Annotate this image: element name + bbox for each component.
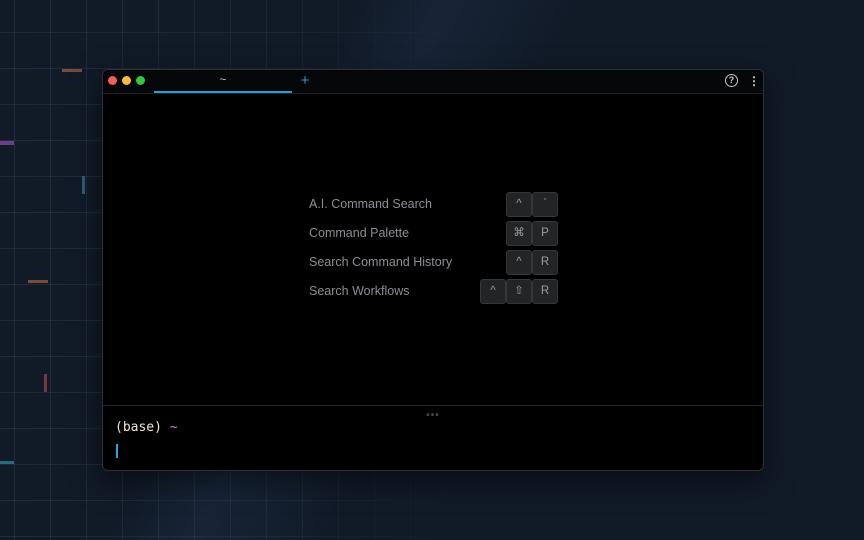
help-icon[interactable]: ? bbox=[725, 74, 738, 87]
title-bar: ~ + ? ⋮ bbox=[103, 70, 763, 94]
tab-title: ~ bbox=[219, 75, 227, 87]
key-cap: ^ bbox=[480, 279, 506, 304]
more-options-icon[interactable]: ⋮ bbox=[748, 74, 760, 88]
key-cap: ` bbox=[532, 192, 558, 217]
active-tab-indicator bbox=[154, 91, 292, 93]
key-cap: ^ bbox=[506, 250, 532, 275]
background-accent bbox=[0, 141, 14, 145]
shortcut-label: Search Command History bbox=[309, 255, 453, 269]
background-accent bbox=[44, 374, 47, 392]
key-cap: ⇧ bbox=[506, 279, 532, 304]
tab-home[interactable]: ~ bbox=[154, 70, 292, 93]
pane-divider bbox=[103, 405, 763, 406]
resize-handle[interactable]: ••• bbox=[423, 411, 443, 421]
key-cap: R bbox=[532, 279, 558, 304]
background-accent bbox=[62, 69, 82, 72]
shortcut-label: A.I. Command Search bbox=[309, 197, 432, 211]
close-window-button[interactable] bbox=[108, 76, 117, 85]
terminal-window: ~ + ? ⋮ A.I. Command Search ^ ` Command … bbox=[102, 69, 764, 471]
shell-prompt: (base) ~ bbox=[115, 420, 178, 435]
key-cap: ⌘ bbox=[506, 221, 532, 246]
shortcut-row-command-palette[interactable]: Command Palette ⌘ P bbox=[309, 221, 559, 246]
background-accent bbox=[28, 280, 48, 283]
background-accent bbox=[0, 461, 14, 464]
shortcut-row-search-workflows[interactable]: Search Workflows ^ ⇧ R bbox=[309, 279, 559, 304]
key-cap: ^ bbox=[506, 192, 532, 217]
shortcut-row-search-command-history[interactable]: Search Command History ^ R bbox=[309, 250, 559, 275]
prompt-directory: ~ bbox=[169, 420, 178, 435]
maximize-window-button[interactable] bbox=[136, 76, 145, 85]
background-accent bbox=[82, 176, 85, 194]
prompt-env: (base) bbox=[115, 420, 162, 435]
key-cap: P bbox=[532, 221, 558, 246]
shortcut-label: Search Workflows bbox=[309, 284, 410, 298]
key-cap: R bbox=[532, 250, 558, 275]
shortcut-label: Command Palette bbox=[309, 226, 410, 240]
shortcut-row-ai-command-search[interactable]: A.I. Command Search ^ ` bbox=[309, 192, 559, 217]
minimize-window-button[interactable] bbox=[122, 76, 131, 85]
new-tab-button[interactable]: + bbox=[297, 71, 313, 91]
input-cursor[interactable] bbox=[116, 444, 118, 458]
